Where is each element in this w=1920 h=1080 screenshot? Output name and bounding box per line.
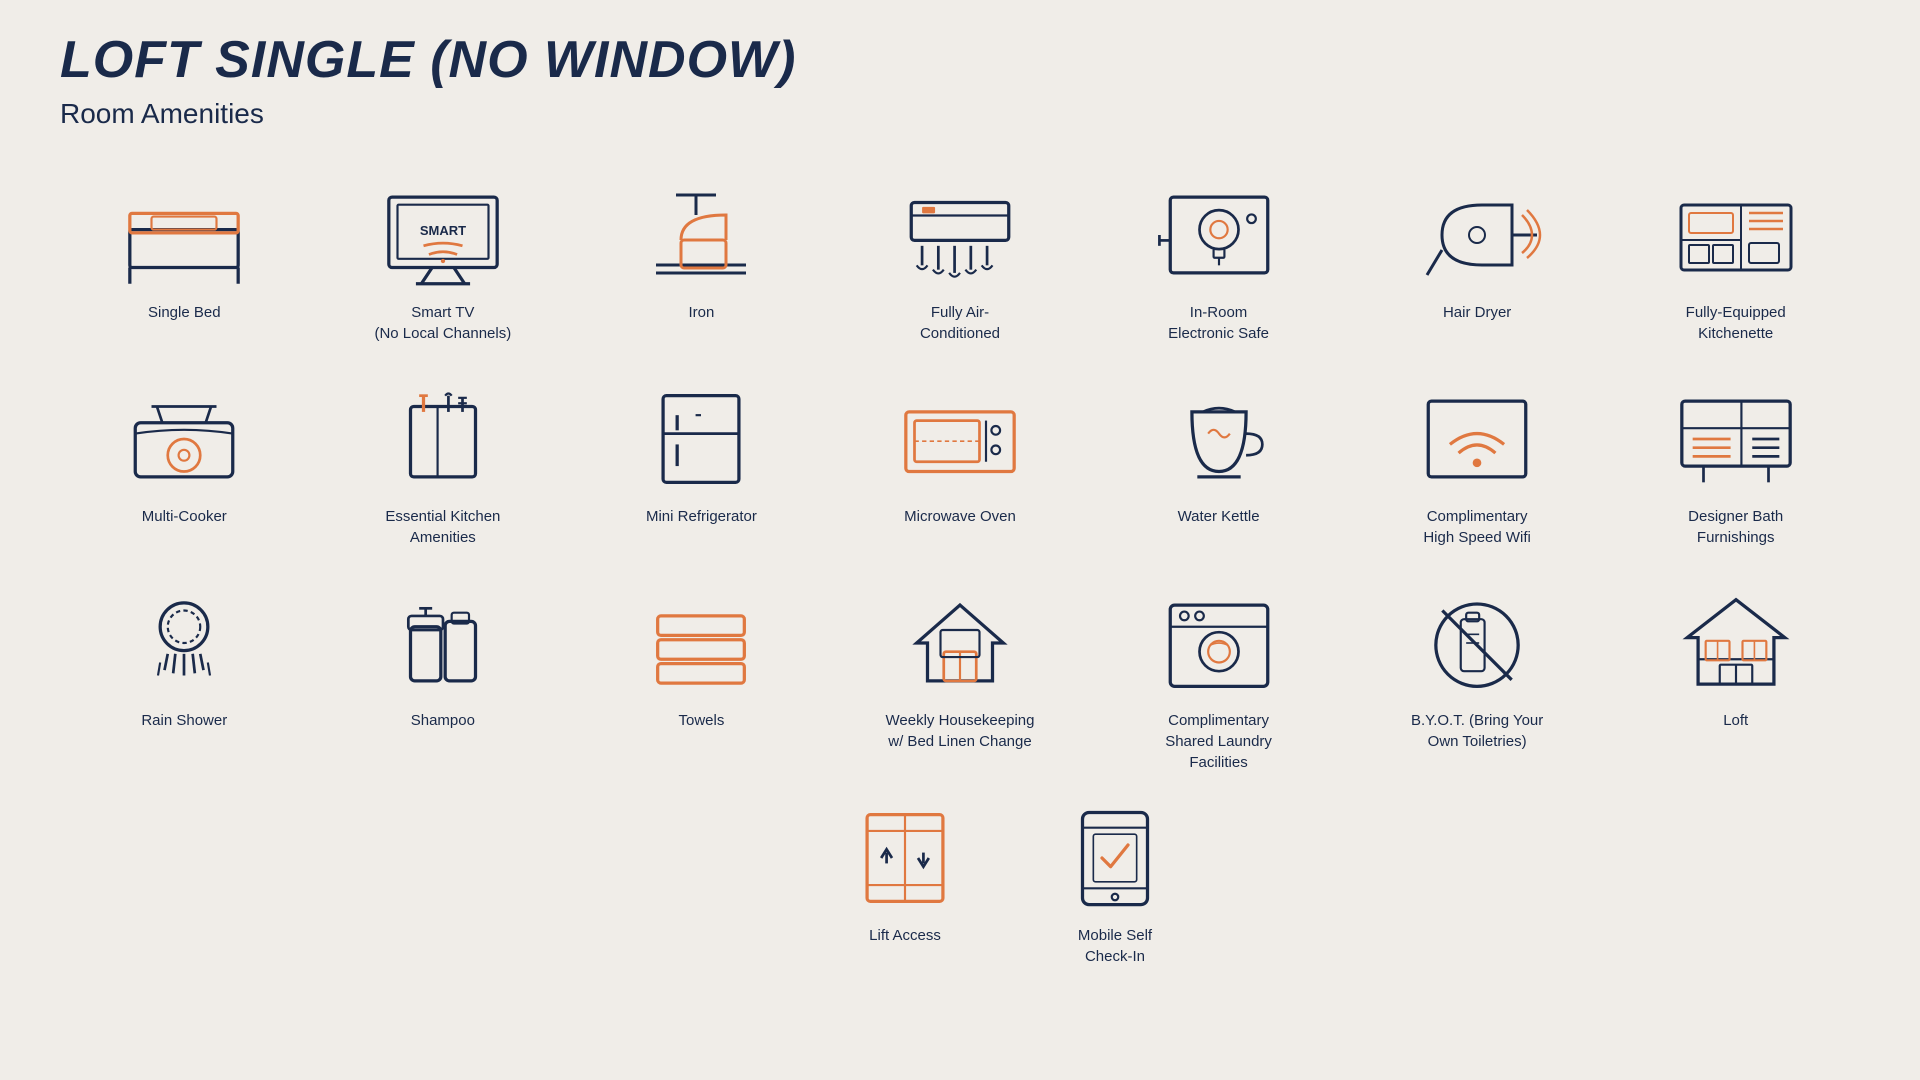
amenity-smart-tv: SMART Smart TV(No Local Channels) (319, 170, 568, 354)
wifi-icon (1412, 384, 1542, 494)
byot-label: B.Y.O.T. (Bring YourOwn Toiletries) (1411, 710, 1543, 752)
kitchenette-icon (1671, 180, 1801, 290)
amenity-towels: Towels (577, 578, 826, 783)
amenity-wifi: ComplimentaryHigh Speed Wifi (1353, 374, 1602, 558)
housekeeping-icon (895, 588, 1025, 698)
section-subtitle: Room Amenities (60, 98, 1860, 130)
amenities-grid: Single Bed SMART Smart TV(No Local Chann… (60, 170, 1860, 783)
laundry-icon (1154, 588, 1284, 698)
rain-shower-icon (119, 588, 249, 698)
bath-furnishings-label: Designer BathFurnishings (1688, 506, 1783, 548)
water-kettle-label: Water Kettle (1178, 506, 1260, 527)
amenity-iron: Iron (577, 170, 826, 354)
kitchenette-label: Fully-EquippedKitchenette (1686, 302, 1786, 344)
microwave-oven-label: Microwave Oven (904, 506, 1016, 527)
page-title: LOFT SINGLE (NO WINDOW) (60, 30, 1860, 90)
lift-access-label: Lift Access (869, 925, 941, 946)
mini-refrigerator-label: Mini Refrigerator (646, 506, 757, 527)
single-bed-icon (119, 180, 249, 290)
rain-shower-label: Rain Shower (141, 710, 227, 731)
kitchen-amenities-label: Essential KitchenAmenities (385, 506, 500, 548)
mini-refrigerator-icon (636, 384, 766, 494)
amenity-laundry: ComplimentaryShared LaundryFacilities (1094, 578, 1343, 783)
smart-tv-label: Smart TV(No Local Channels) (374, 302, 511, 344)
air-conditioned-icon (895, 180, 1025, 290)
amenity-single-bed: Single Bed (60, 170, 309, 354)
amenity-rain-shower: Rain Shower (60, 578, 309, 783)
mobile-checkin-icon (1050, 803, 1180, 913)
amenity-mini-refrigerator: Mini Refrigerator (577, 374, 826, 558)
amenity-housekeeping: Weekly Housekeepingw/ Bed Linen Change (836, 578, 1085, 783)
towels-icon (636, 588, 766, 698)
multi-cooker-icon (119, 384, 249, 494)
amenity-mobile-checkin: Mobile SelfCheck-In (1040, 793, 1190, 977)
amenity-bath-furnishings: Designer BathFurnishings (1611, 374, 1860, 558)
amenity-lift-access: Lift Access (830, 793, 980, 977)
amenity-electronic-safe: In-RoomElectronic Safe (1094, 170, 1343, 354)
laundry-label: ComplimentaryShared LaundryFacilities (1165, 710, 1272, 773)
multi-cooker-label: Multi-Cooker (142, 506, 227, 527)
kitchen-amenities-icon (378, 384, 508, 494)
svg-text:SMART: SMART (420, 223, 466, 238)
amenity-kitchenette: Fully-EquippedKitchenette (1611, 170, 1860, 354)
amenity-hair-dryer: Hair Dryer (1353, 170, 1602, 354)
amenity-loft: Loft (1611, 578, 1860, 783)
electronic-safe-icon (1154, 180, 1284, 290)
hair-dryer-label: Hair Dryer (1443, 302, 1511, 323)
loft-icon (1671, 588, 1801, 698)
electronic-safe-label: In-RoomElectronic Safe (1168, 302, 1269, 344)
lift-access-icon (840, 803, 970, 913)
byot-icon (1412, 588, 1542, 698)
single-bed-label: Single Bed (148, 302, 221, 323)
hair-dryer-icon (1412, 180, 1542, 290)
smart-tv-icon: SMART (378, 180, 508, 290)
shampoo-icon (378, 588, 508, 698)
bottom-amenities-row: Lift Access Mobile SelfCheck-In (60, 793, 1860, 977)
amenity-kitchen-amenities: Essential KitchenAmenities (319, 374, 568, 558)
amenity-shampoo: Shampoo (319, 578, 568, 783)
amenity-air-conditioned: Fully Air-Conditioned (836, 170, 1085, 354)
amenity-byot: B.Y.O.T. (Bring YourOwn Toiletries) (1353, 578, 1602, 783)
water-kettle-icon (1154, 384, 1284, 494)
amenity-water-kettle: Water Kettle (1094, 374, 1343, 558)
towels-label: Towels (678, 710, 724, 731)
amenity-microwave-oven: Microwave Oven (836, 374, 1085, 558)
bath-furnishings-icon (1671, 384, 1801, 494)
housekeeping-label: Weekly Housekeepingw/ Bed Linen Change (886, 710, 1035, 752)
mobile-checkin-label: Mobile SelfCheck-In (1078, 925, 1152, 967)
loft-label: Loft (1723, 710, 1748, 731)
amenity-multi-cooker: Multi-Cooker (60, 374, 309, 558)
iron-icon (636, 180, 766, 290)
wifi-label: ComplimentaryHigh Speed Wifi (1423, 506, 1531, 548)
microwave-oven-icon (895, 384, 1025, 494)
shampoo-label: Shampoo (411, 710, 475, 731)
iron-label: Iron (688, 302, 714, 323)
air-conditioned-label: Fully Air-Conditioned (920, 302, 1000, 344)
